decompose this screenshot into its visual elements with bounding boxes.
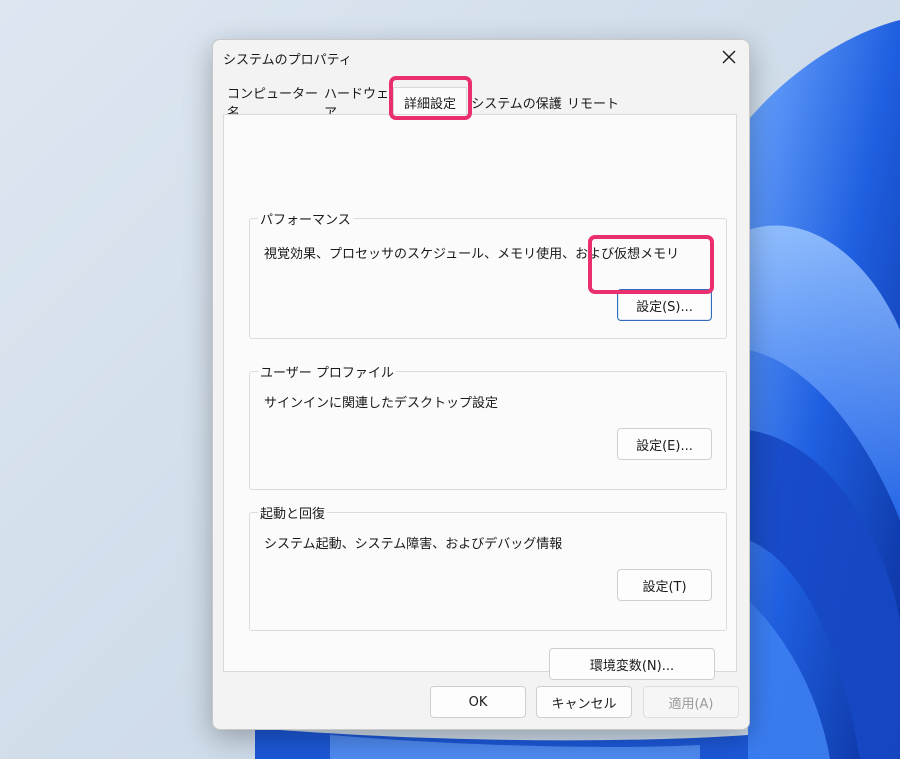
system-properties-dialog: システムのプロパティ コンピューター名 ハードウェア 詳細設定 システムの保護 … — [212, 39, 750, 730]
startup-recovery-description: システム起動、システム障害、およびデバッグ情報 — [264, 537, 563, 552]
user-profile-group-label: ユーザー プロファイル — [258, 362, 396, 381]
startup-recovery-group: 起動と回復 システム起動、システム障害、およびデバッグ情報 設定(T) — [249, 503, 727, 631]
advanced-tab-panel: パフォーマンス 視覚効果、プロセッサのスケジュール、メモリ使用、および仮想メモリ… — [223, 114, 737, 680]
user-profile-settings-button[interactable]: 設定(E)... — [617, 428, 712, 460]
tab-hardware[interactable]: ハードウェア — [324, 87, 391, 121]
performance-group-label: パフォーマンス — [258, 209, 353, 228]
performance-description: 視覚効果、プロセッサのスケジュール、メモリ使用、および仮想メモリ — [264, 247, 680, 262]
user-profile-group: ユーザー プロファイル サインインに関連したデスクトップ設定 設定(E)... — [249, 362, 727, 490]
tab-computer-name[interactable]: コンピューター名 — [227, 87, 325, 121]
close-icon — [722, 50, 736, 64]
performance-settings-button[interactable]: 設定(S)... — [617, 289, 712, 321]
tab-remote[interactable]: リモート — [564, 90, 622, 114]
user-profile-description: サインインに関連したデスクトップ設定 — [264, 396, 499, 411]
startup-recovery-settings-button[interactable]: 設定(T) — [617, 569, 712, 601]
apply-button[interactable]: 適用(A) — [643, 686, 739, 718]
tab-advanced[interactable]: 詳細設定 — [393, 87, 467, 117]
cancel-button[interactable]: キャンセル — [536, 686, 632, 718]
environment-variables-button[interactable]: 環境変数(N)... — [549, 648, 715, 680]
ok-button[interactable]: OK — [430, 686, 526, 718]
close-button[interactable] — [709, 40, 749, 74]
startup-recovery-group-label: 起動と回復 — [258, 503, 328, 522]
performance-group: パフォーマンス 視覚効果、プロセッサのスケジュール、メモリ使用、および仮想メモリ… — [249, 209, 727, 339]
tab-system-protection[interactable]: システムの保護 — [469, 90, 564, 114]
window-title: システムのプロパティ — [223, 53, 352, 68]
